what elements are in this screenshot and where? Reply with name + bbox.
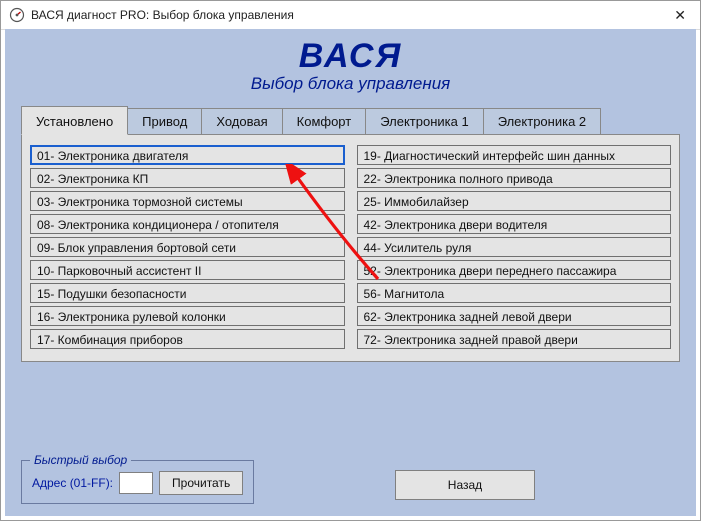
module-item[interactable]: 01- Электроника двигателя: [30, 145, 345, 165]
window-title: ВАСЯ диагност PRO: Выбор блока управлени…: [31, 8, 294, 22]
module-item[interactable]: 22- Электроника полного привода: [357, 168, 672, 188]
module-item[interactable]: 10- Парковочный ассистент II: [30, 260, 345, 280]
close-icon[interactable]: ✕: [668, 5, 692, 26]
read-button[interactable]: Прочитать: [159, 471, 243, 495]
module-item[interactable]: 08- Электроника кондиционера / отопителя: [30, 214, 345, 234]
module-item[interactable]: 17- Комбинация приборов: [30, 329, 345, 349]
tab-electronics-1[interactable]: Электроника 1: [365, 108, 483, 134]
address-label: Адрес (01-FF):: [32, 476, 113, 490]
tab-comfort[interactable]: Комфорт: [282, 108, 367, 134]
module-item[interactable]: 44- Усилитель руля: [357, 237, 672, 257]
module-item[interactable]: 52- Электроника двери переднего пассажир…: [357, 260, 672, 280]
client-area: ВАСЯ Выбор блока управления Установлено …: [5, 29, 696, 516]
module-item[interactable]: 09- Блок управления бортовой сети: [30, 237, 345, 257]
tab-installed[interactable]: Установлено: [21, 106, 128, 135]
tab-electronics-2[interactable]: Электроника 2: [483, 108, 601, 134]
tab-body: 01- Электроника двигателя 02- Электроник…: [21, 134, 680, 362]
module-item[interactable]: 72- Электроника задней правой двери: [357, 329, 672, 349]
module-item[interactable]: 42- Электроника двери водителя: [357, 214, 672, 234]
quick-select-label: Быстрый выбор: [30, 453, 131, 467]
tab-chassis[interactable]: Ходовая: [201, 108, 282, 134]
titlebar: ВАСЯ диагност PRO: Выбор блока управлени…: [1, 1, 700, 30]
tab-strip: Установлено Привод Ходовая Комфорт Элект…: [21, 106, 680, 134]
module-columns: 01- Электроника двигателя 02- Электроник…: [30, 145, 671, 349]
address-input[interactable]: [119, 472, 153, 494]
module-item[interactable]: 02- Электроника КП: [30, 168, 345, 188]
quick-select-group: Быстрый выбор Адрес (01-FF): Прочитать: [21, 460, 254, 504]
app-window: ВАСЯ диагност PRO: Выбор блока управлени…: [0, 0, 701, 521]
page-subtitle: Выбор блока управления: [21, 74, 680, 94]
module-column-right: 19- Диагностический интерфейс шин данных…: [357, 145, 672, 349]
brand-title: ВАСЯ: [21, 37, 680, 76]
module-item[interactable]: 62- Электроника задней левой двери: [357, 306, 672, 326]
back-button[interactable]: Назад: [395, 470, 535, 500]
module-item[interactable]: 56- Магнитола: [357, 283, 672, 303]
module-item[interactable]: 16- Электроника рулевой колонки: [30, 306, 345, 326]
module-item[interactable]: 25- Иммобилайзер: [357, 191, 672, 211]
module-item[interactable]: 03- Электроника тормозной системы: [30, 191, 345, 211]
module-item[interactable]: 15- Подушки безопасности: [30, 283, 345, 303]
module-item[interactable]: 19- Диагностический интерфейс шин данных: [357, 145, 672, 165]
tab-drive[interactable]: Привод: [127, 108, 202, 134]
module-column-left: 01- Электроника двигателя 02- Электроник…: [30, 145, 345, 349]
app-icon: [9, 7, 25, 23]
